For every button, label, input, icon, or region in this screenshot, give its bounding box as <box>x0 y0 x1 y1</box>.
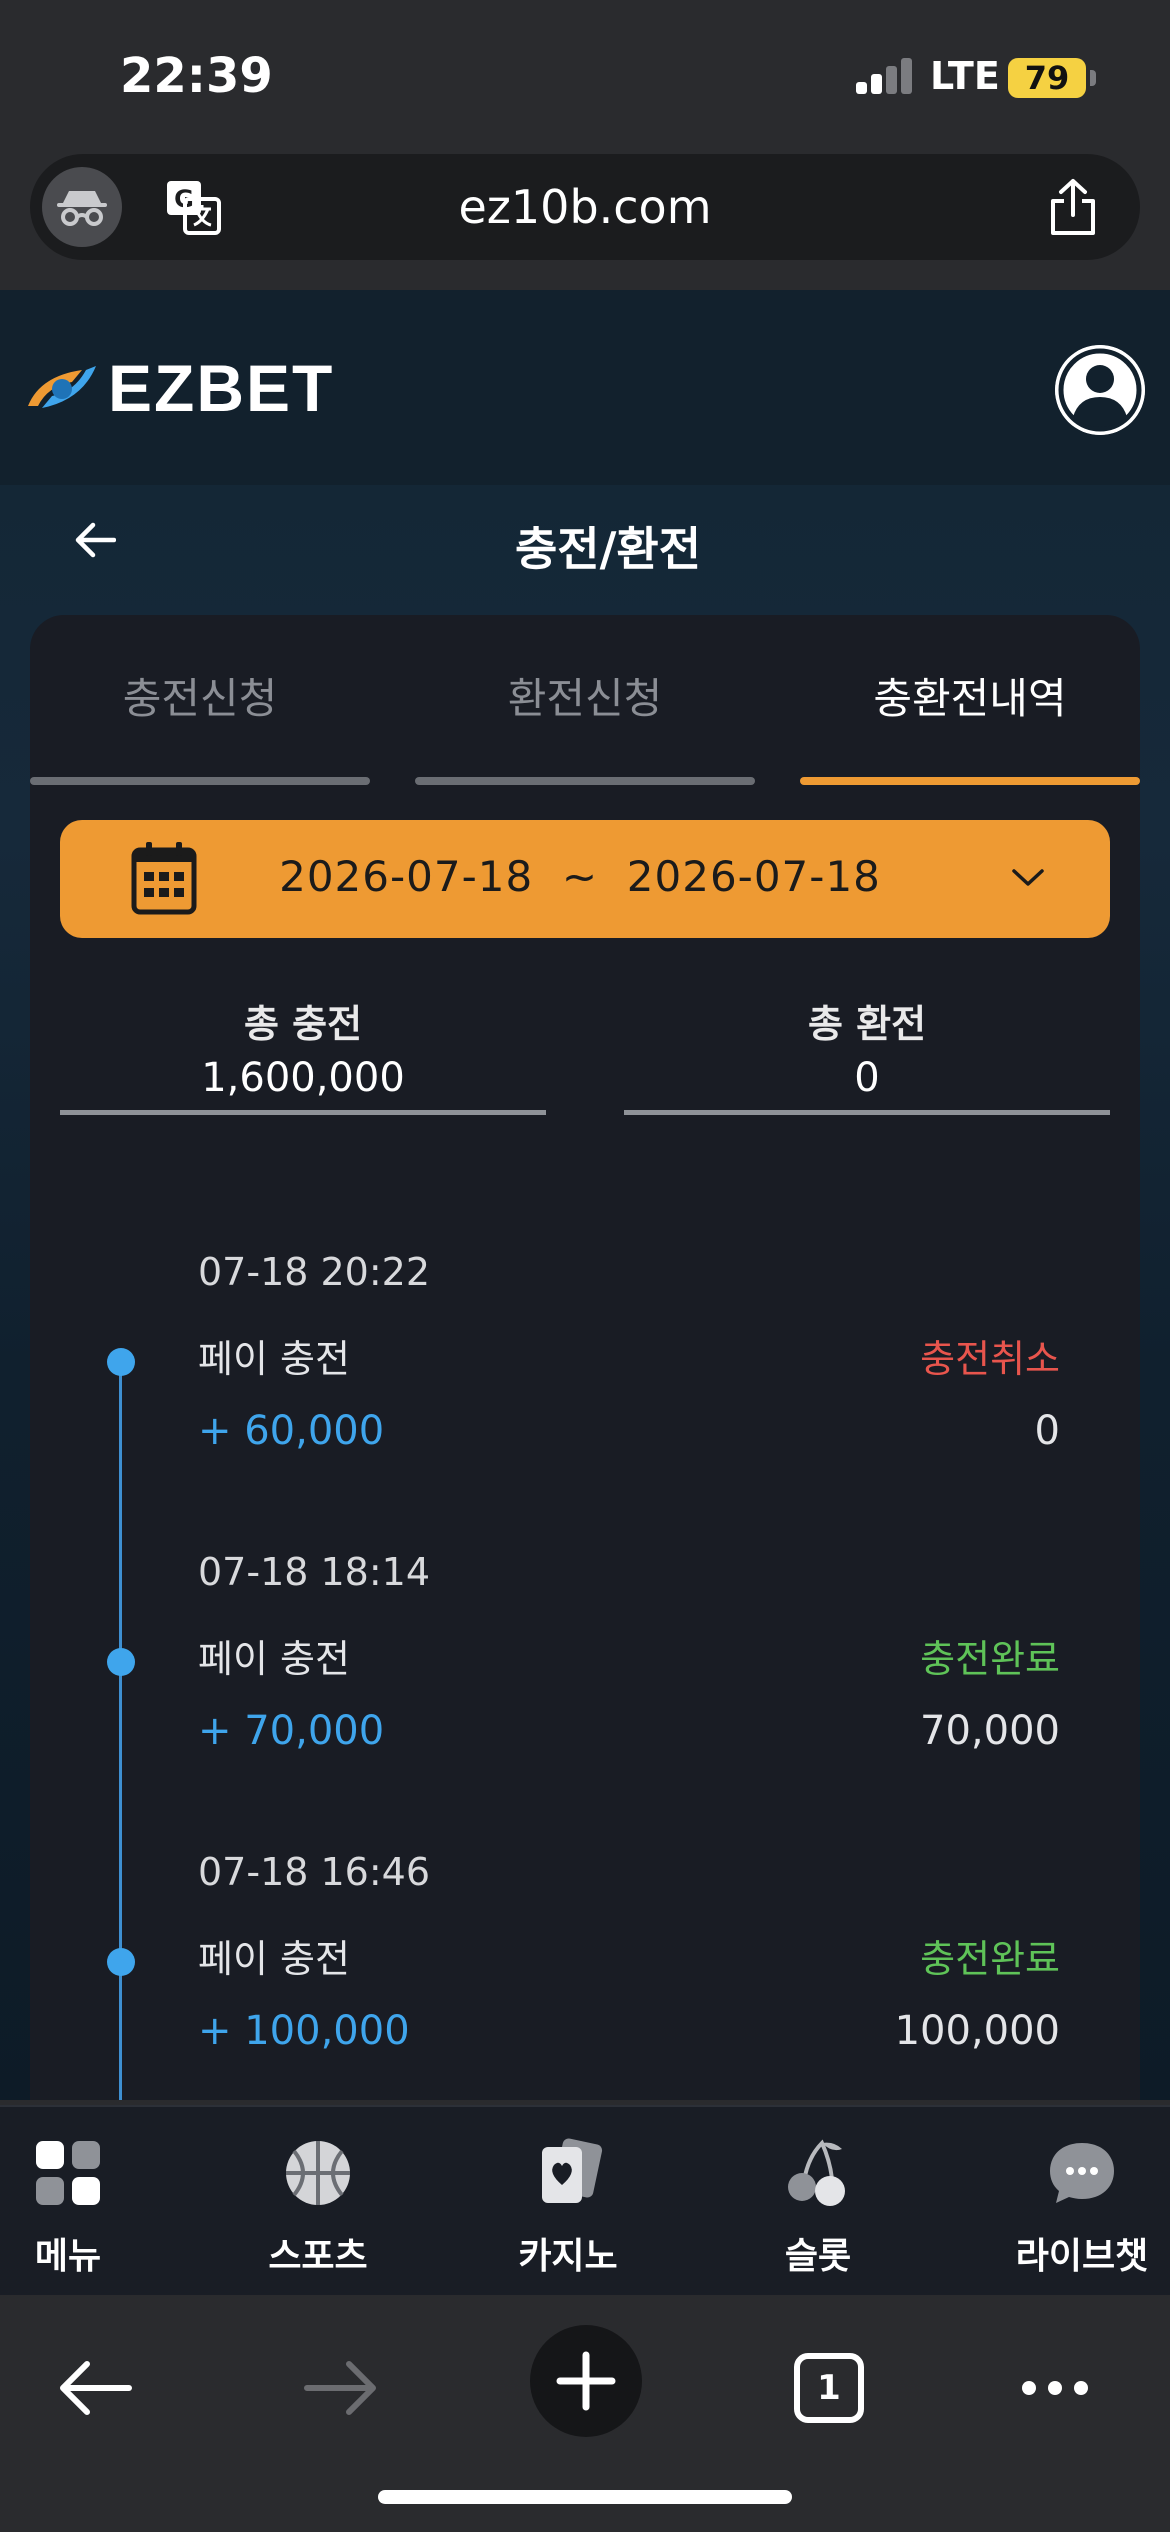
nav-label: 라이브챗 <box>1015 2236 1149 2277</box>
nav-label: 슬롯 <box>784 2236 852 2277</box>
total-withdraw-label: 총 환전 <box>807 1002 927 1046</box>
tab-underline <box>30 777 370 785</box>
date-end: 2026-07-18 <box>626 852 881 901</box>
transaction-result: 100,000 <box>894 2008 1060 2054</box>
total-underline <box>60 1110 546 1115</box>
profile-button[interactable] <box>1055 345 1145 435</box>
date-start: 2026-07-18 <box>279 852 534 901</box>
network-type: LTE <box>930 54 1000 98</box>
date-separator: ~ <box>561 852 599 901</box>
transaction-item[interactable]: 07-18 18:14 페이 충전 충전완료 + 70,000 70,000 <box>30 1550 1140 1850</box>
cherry-icon <box>788 2139 845 2206</box>
tab-underline <box>415 777 755 785</box>
tab-bar: 충전신청 환전신청 충환전내역 <box>30 615 1140 785</box>
tab-label: 충전신청 <box>122 674 278 723</box>
tab-charge-request[interactable]: 충전신청 <box>30 615 370 785</box>
tab-label: 환전신청 <box>507 674 663 723</box>
chat-bubble-icon <box>1050 2143 1114 2203</box>
transaction-amount: + 60,000 <box>198 1408 385 1454</box>
new-tab-button[interactable] <box>530 2325 642 2437</box>
status-time: 22:39 <box>120 48 273 104</box>
page-title: 충전/환전 <box>514 522 702 576</box>
more-options-icon[interactable] <box>1000 2333 1110 2443</box>
signal-icon <box>856 58 914 94</box>
home-indicator <box>378 2490 792 2504</box>
user-icon <box>1055 345 1145 435</box>
url-text[interactable]: ez10b.com <box>30 180 1140 234</box>
browser-back-icon[interactable] <box>40 2333 150 2443</box>
transaction-type: 페이 충전 <box>198 1937 350 1981</box>
transaction-status: 충전취소 <box>920 1337 1060 1381</box>
browser-forward-icon[interactable] <box>286 2333 396 2443</box>
transaction-time: 07-18 18:14 <box>198 1550 431 1594</box>
transaction-result: 0 <box>1034 1408 1060 1454</box>
site-bottom-nav: 메뉴 스포츠 카지노 슬롯 라이브챗 <box>0 2105 1170 2295</box>
transaction-amount: + 70,000 <box>198 1708 385 1754</box>
transaction-type: 페이 충전 <box>198 1637 350 1681</box>
total-withdraw-value: 0 <box>854 1055 880 1101</box>
tabs-count: 1 <box>794 2353 864 2423</box>
transaction-item[interactable]: 07-18 20:22 페이 충전 충전취소 + 60,000 0 <box>30 1250 1140 1550</box>
transaction-amount: + 100,000 <box>198 2008 410 2054</box>
total-charge-value: 1,600,000 <box>201 1055 405 1101</box>
logo-mark-icon <box>28 366 96 408</box>
timeline-dot <box>107 1948 135 1976</box>
share-icon[interactable] <box>1040 174 1106 240</box>
date-range-picker[interactable]: 2026-07-18 ~ 2026-07-18 <box>60 820 1110 938</box>
plus-icon <box>556 2351 616 2411</box>
total-underline <box>624 1110 1110 1115</box>
transaction-time: 07-18 16:46 <box>198 1850 431 1894</box>
date-range-text: 2026-07-18 ~ 2026-07-18 <box>170 852 990 901</box>
web-page: EZBET 충전/환전 충전신청 환전신청 충환전내역 2026-07-18 ~… <box>0 290 1170 2100</box>
transaction-status: 충전완료 <box>920 1937 1060 1981</box>
chevron-down-icon <box>1012 869 1044 886</box>
tabs-overview-button[interactable]: 1 <box>774 2333 884 2443</box>
site-logo[interactable]: EZBET <box>22 350 334 426</box>
transaction-status: 충전완료 <box>920 1637 1060 1681</box>
site-header: EZBET <box>0 290 1170 485</box>
transaction-type: 페이 충전 <box>198 1337 350 1381</box>
cards-icon <box>542 2138 603 2203</box>
total-withdraw: 총 환전 0 <box>624 985 1110 1115</box>
totals-summary: 총 충전 1,600,000 총 환전 0 <box>60 985 1110 1115</box>
battery-icon: 79 <box>1008 58 1086 98</box>
logo-text: EZBET <box>108 351 335 425</box>
total-charge: 총 충전 1,600,000 <box>60 985 546 1115</box>
total-charge-label: 총 충전 <box>243 1002 363 1046</box>
tab-withdraw-request[interactable]: 환전신청 <box>415 615 755 785</box>
tab-underline-active <box>800 777 1140 785</box>
nav-label: 스포츠 <box>268 2236 368 2277</box>
nav-item-slots[interactable]: 슬롯 <box>728 2127 908 2287</box>
content-panel: 충전신청 환전신청 충환전내역 2026-07-18 ~ 2026-07-18 … <box>30 615 1140 2100</box>
page-title-row: 충전/환전 <box>0 485 1170 610</box>
tab-history[interactable]: 충환전내역 <box>800 615 1140 785</box>
tab-label: 충환전내역 <box>873 674 1067 723</box>
transaction-time: 07-18 20:22 <box>198 1250 431 1294</box>
nav-label: 메뉴 <box>34 2236 102 2277</box>
timeline-dot <box>107 1348 135 1376</box>
nav-item-casino[interactable]: 카지노 <box>478 2127 658 2287</box>
basketball-icon <box>286 2141 350 2205</box>
transaction-result: 70,000 <box>920 1708 1060 1754</box>
transaction-item[interactable]: 07-18 16:46 페이 충전 충전완료 + 100,000 100,000 <box>30 1850 1140 2100</box>
nav-label: 카지노 <box>518 2236 618 2277</box>
nav-item-livechat[interactable]: 라이브챗 <box>992 2127 1170 2287</box>
nav-item-menu[interactable]: 메뉴 <box>0 2127 158 2287</box>
status-bar: 22:39 LTE 79 <box>0 0 1170 150</box>
battery-tip <box>1090 70 1096 86</box>
nav-item-sports[interactable]: 스포츠 <box>228 2127 408 2287</box>
url-bar[interactable]: G ez10b.com <box>30 154 1140 260</box>
menu-grid-icon <box>36 2141 100 2205</box>
timeline-dot <box>107 1648 135 1676</box>
